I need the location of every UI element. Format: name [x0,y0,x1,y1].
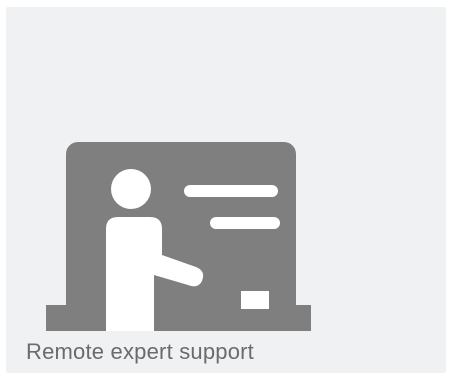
tile-label: Remote expert support [26,339,254,364]
presenter-at-whiteboard-icon [46,137,316,337]
remote-expert-support-tile[interactable]: Remote expert support [6,7,446,373]
